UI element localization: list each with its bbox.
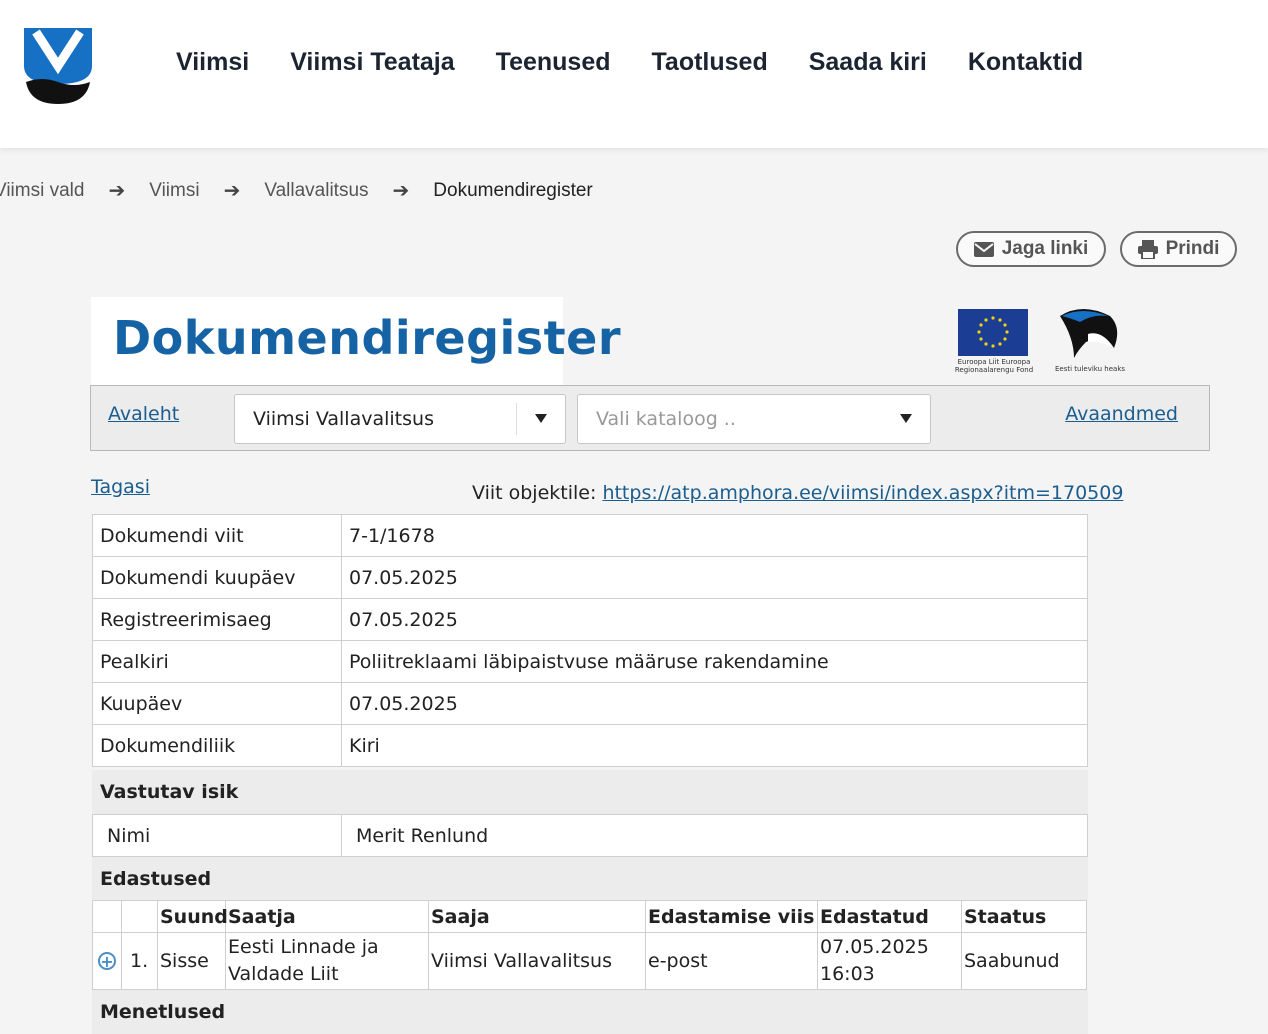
deliveries-heading: Edastused (92, 857, 1088, 901)
nav-saada-kiri[interactable]: Saada kiri (809, 48, 927, 77)
share-link-button[interactable]: Jaga linki (956, 231, 1106, 267)
main-nav: Viimsi Viimsi Teataja Teenused Taotlused… (176, 48, 1124, 77)
field-value: Poliitreklaami läbipaistvuse määruse rak… (341, 640, 1088, 683)
eu-flag-icon (958, 309, 1028, 356)
deliveries-table: Suund Saatja Saaja Edastamise viis Edast… (92, 900, 1087, 990)
direct-link-url[interactable]: https://atp.amphora.ee/viimsi/index.aspx… (602, 482, 1123, 504)
delivery-method: e-post (645, 932, 818, 990)
estonia-future-logo: Eesti tuleviku heaks (1052, 306, 1128, 378)
field-label: Dokumendi kuupäev (92, 556, 342, 599)
field-label: Dokumendi viit (92, 514, 342, 557)
column-header (92, 900, 122, 933)
column-header: Edastatud (817, 900, 962, 933)
delivery-recipient: Viimsi Vallavalitsus (428, 932, 646, 990)
breadcrumb-item[interactable]: Viimsi vald (0, 180, 84, 202)
nav-taotlused[interactable]: Taotlused (652, 48, 768, 77)
breadcrumb-item[interactable]: Vallavalitsus (264, 180, 368, 202)
arrow-right-icon: ➔ (108, 180, 126, 202)
table-row: Kuupäev 07.05.2025 (92, 682, 1088, 725)
field-value: 07.05.2025 (341, 598, 1088, 641)
share-link-label: Jaga linki (1001, 238, 1089, 259)
field-label: Registreerimisaeg (92, 598, 342, 641)
column-header: Saaja (428, 900, 646, 933)
nav-viimsi[interactable]: Viimsi (176, 48, 249, 77)
delivery-direction: Sisse (157, 932, 226, 990)
direct-link-label: Viit objektile: (472, 482, 597, 504)
field-value: 07.05.2025 (341, 556, 1088, 599)
viimsi-logo-icon[interactable] (22, 26, 94, 106)
table-row: + 1. Sisse Eesti Linnade ja Valdade Liit… (92, 932, 1087, 990)
field-value: 7-1/1678 (341, 514, 1088, 557)
nav-viimsi-teataja[interactable]: Viimsi Teataja (290, 48, 454, 77)
print-label: Prindi (1165, 238, 1220, 259)
field-value: Kiri (341, 724, 1088, 767)
register-toolbar: Avaleht Viimsi Vallavalitsus Vali katalo… (90, 385, 1210, 451)
caret-down-icon (900, 414, 912, 423)
direct-link-row: Viit objektile: https://atp.amphora.ee/v… (472, 482, 1123, 504)
home-link[interactable]: Avaleht (108, 403, 179, 425)
delivery-sender: Eesti Linnade ja Valdade Liit (225, 932, 429, 990)
delivery-date: 07.05.2025 (820, 936, 929, 958)
eu-fund-logo: Euroopa Liit Euroopa Regionaalarengu Fon… (954, 309, 1034, 385)
column-header: Saatja (225, 900, 429, 933)
select-separator (516, 403, 517, 435)
table-row: Dokumendi viit 7-1/1678 (92, 514, 1088, 557)
field-label: Dokumendiliik (92, 724, 342, 767)
expand-plus-icon[interactable]: + (98, 952, 116, 971)
field-value: 07.05.2025 (341, 682, 1088, 725)
estonia-future-text: Eesti tuleviku heaks (1054, 365, 1126, 373)
breadcrumb-current: Dokumendiregister (433, 179, 593, 201)
catalog-select[interactable]: Vali kataloog .. (577, 394, 931, 444)
column-header (121, 900, 158, 933)
column-header: Edastamise viis (645, 900, 818, 933)
register-banner: Dokumendiregister (91, 297, 621, 387)
table-row: Pealkiri Poliitreklaami läbipaistvuse mä… (92, 640, 1088, 683)
nav-teenused[interactable]: Teenused (496, 48, 611, 77)
table-row: Registreerimisaeg 07.05.2025 (92, 598, 1088, 641)
field-label: Nimi (92, 814, 342, 857)
responsible-table: Nimi Merit Renlund (92, 814, 1088, 857)
field-label: Kuupäev (92, 682, 342, 725)
site-header: Viimsi Viimsi Teataja Teenused Taotlused… (0, 0, 1268, 148)
nav-kontaktid[interactable]: Kontaktid (968, 48, 1083, 77)
document-details-table: Dokumendi viit 7-1/1678 Dokumendi kuupäe… (92, 514, 1088, 767)
register-title: Dokumendiregister (113, 311, 622, 365)
table-header-row: Suund Saatja Saaja Edastamise viis Edast… (92, 900, 1087, 933)
organization-select-value: Viimsi Vallavalitsus (253, 408, 434, 430)
breadcrumb-item[interactable]: Viimsi (149, 180, 199, 202)
delivery-status: Saabunud (961, 932, 1087, 990)
catalog-select-placeholder: Vali kataloog .. (596, 408, 736, 430)
table-row: Nimi Merit Renlund (92, 814, 1088, 857)
organization-select[interactable]: Viimsi Vallavalitsus (234, 394, 566, 444)
expand-cell: + (92, 932, 122, 990)
responsible-heading: Vastutav isik (92, 770, 1088, 814)
row-index: 1. (121, 932, 158, 990)
open-data-link[interactable]: Avaandmed (1065, 403, 1178, 425)
field-label: Pealkiri (92, 640, 342, 683)
breadcrumb: Viimsi vald ➔ Viimsi ➔ Vallavalitsus ➔ D… (0, 178, 593, 203)
envelope-icon (973, 241, 994, 257)
arrow-right-icon: ➔ (392, 180, 410, 202)
column-header: Suund (157, 900, 228, 933)
field-value: Merit Renlund (341, 814, 1088, 857)
procedures-heading: Menetlused (92, 990, 1088, 1034)
column-header: Staatus (961, 900, 1087, 933)
caret-down-icon (535, 414, 547, 423)
print-button[interactable]: Prindi (1120, 231, 1237, 267)
delivery-datetime: 07.05.2025 16:03 (817, 932, 962, 990)
swallow-icon (1060, 309, 1118, 358)
printer-icon (1137, 239, 1158, 259)
table-row: Dokumendiliik Kiri (92, 724, 1088, 767)
arrow-right-icon: ➔ (223, 180, 241, 202)
eu-fund-text: Euroopa Liit Euroopa Regionaalarengu Fon… (954, 358, 1034, 374)
table-row: Dokumendi kuupäev 07.05.2025 (92, 556, 1088, 599)
delivery-time: 16:03 (820, 963, 875, 985)
back-link[interactable]: Tagasi (91, 476, 150, 498)
